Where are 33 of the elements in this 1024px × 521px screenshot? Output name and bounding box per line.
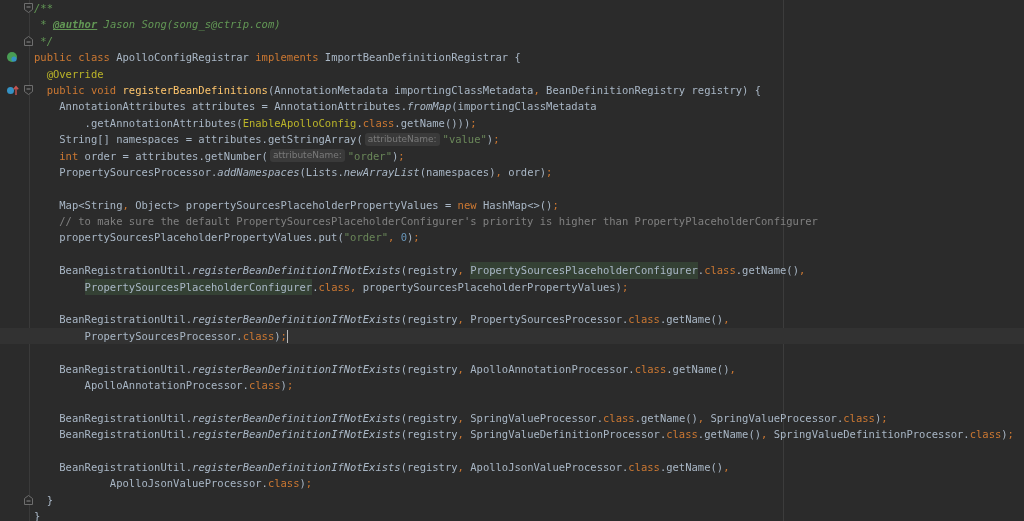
code-line: String[] namespaces = attributes.getStringArray( attributeName: "value");: [58, 131, 500, 148]
code-line: BeanRegistrationUtil.registerBeanDefinitionIfNotExists(registry, ApolloAnnotationProcessor.class.getName(),: [58, 361, 736, 377]
code-line: ApolloJsonValueProcessor.class);: [108, 476, 313, 492]
code-line: BeanRegistrationUtil.registerBeanDefinitionIfNotExists(registry, SpringValueDefinitionProcessor.class.getName(), SpringValueDefinitionProcessor.class);: [58, 427, 1014, 443]
fold-icon[interactable]: [24, 35, 33, 46]
text-cursor: [286, 329, 289, 343]
code-line: propertySourcesPlaceholderPropertyValues.put("order", 0);: [58, 230, 420, 246]
fold-icon[interactable]: [24, 494, 33, 505]
override-icon[interactable]: [5, 84, 19, 97]
implemented-icon[interactable]: [6, 51, 18, 64]
code-line: }: [45, 492, 53, 508]
code-line: int order = attributes.getNumber( attributeName: "order");: [58, 148, 405, 164]
fold-icon[interactable]: [24, 85, 33, 96]
code-line: BeanRegistrationUtil.registerBeanDefinitionIfNotExists(registry, SpringValueProcessor.class.getName(), SpringValueProcessor.class);: [58, 410, 888, 426]
code-line: .getAnnotationAttributes(EnableApolloConfig.class.getName()));: [83, 115, 477, 131]
code-line: BeanRegistrationUtil.registerBeanDefinitionIfNotExists(registry, PropertySourcesProcessor.class.getName(),: [58, 312, 730, 328]
code-line: Map<String, Object> propertySourcesPlaceholderPropertyValues = new HashMap<>();: [58, 197, 559, 213]
code-line: PropertySourcesPlaceholderConfigurer.class, propertySourcesPlaceholderPropertyValues);: [34, 278, 629, 296]
code-line: BeanRegistrationUtil.registerBeanDefinitionIfNotExists(registry, PropertySourcesPlaceholderConfigurer.class.getName(),: [58, 262, 806, 279]
code-line: @Override: [45, 66, 104, 82]
code-line: PropertySourcesProcessor.class);: [83, 328, 289, 345]
code-line: ApolloAnnotationProcessor.class);: [83, 378, 294, 393]
code-line: PropertySourcesProcessor.addNamespaces(Lists.newArrayList(namespaces), order);: [58, 164, 553, 180]
code-line: BeanRegistrationUtil.registerBeanDefinitionIfNotExists(registry, ApolloJsonValueProcessor.class.getName(),: [58, 459, 730, 475]
code-line: // to make sure the default PropertySourcesPlaceholderConfigurer's priority is higher than PropertyPlaceholderConfigurer: [58, 214, 818, 230]
code-line: public void registerBeanDefinitions(AnnotationMetadata importingClassMetadata, BeanDefinitionRegistry registry) {: [45, 82, 762, 98]
code-line: /**: [34, 1, 53, 16]
code-line: public class ApolloConfigRegistrar implements ImportBeanDefinitionRegistrar {: [34, 50, 521, 66]
code-line: AnnotationAttributes attributes = AnnotationAttributes.fromMap(importingClassMetadata: [58, 99, 597, 115]
code-line: * @author Jason Song(song_s@ctrip.com): [39, 17, 281, 33]
code-line: }: [34, 509, 41, 521]
fold-icon[interactable]: [24, 3, 33, 14]
code-line: */: [39, 33, 53, 49]
